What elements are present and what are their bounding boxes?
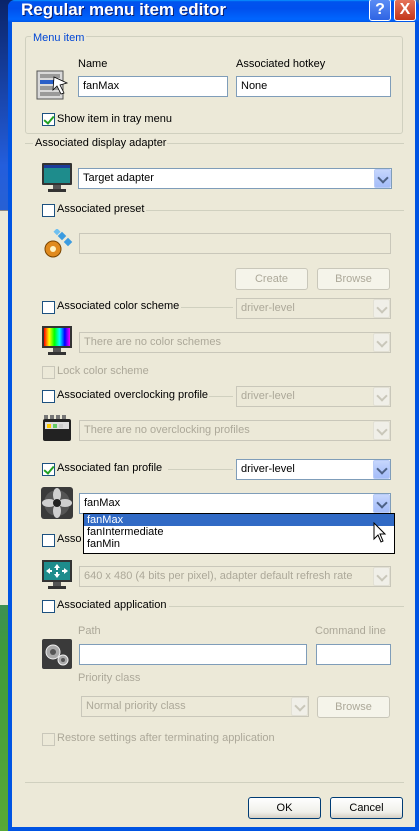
- overclocking-level-select[interactable]: driver-level: [236, 386, 391, 407]
- resolution-checkbox[interactable]: [42, 534, 55, 547]
- menu-item-icon: [36, 70, 68, 100]
- list-item[interactable]: fanMin: [84, 538, 394, 550]
- fan-profile-level-select[interactable]: driver-level: [236, 459, 391, 480]
- display-adapter-value: Target adapter: [83, 172, 154, 184]
- overclocking-icon: [43, 415, 71, 441]
- overclocking-label: Associated overclocking profile: [57, 389, 209, 401]
- overclocking-level-value: driver-level: [241, 390, 295, 402]
- separator: [168, 469, 233, 470]
- fan-profile-select[interactable]: fanMax: [79, 493, 391, 514]
- command-line-label: Command line: [315, 625, 386, 637]
- chevron-down-icon[interactable]: [373, 299, 390, 318]
- window-title: Regular menu item editor: [21, 0, 226, 19]
- mouse-cursor-icon: [373, 522, 387, 543]
- application-browse-button[interactable]: Browse: [317, 696, 390, 718]
- hotkey-input[interactable]: None: [236, 76, 391, 97]
- resolution-select[interactable]: 640 x 480 (4 bits per pixel), adapter de…: [79, 566, 391, 587]
- hotkey-label: Associated hotkey: [236, 58, 326, 70]
- color-scheme-checkbox[interactable]: [42, 301, 55, 314]
- overclocking-checkbox[interactable]: [42, 390, 55, 403]
- ok-button[interactable]: OK: [248, 797, 321, 819]
- resolution-value: 640 x 480 (4 bits per pixel), adapter de…: [84, 570, 353, 582]
- separator: [167, 143, 404, 144]
- overclocking-profile-value: There are no overclocking profiles: [84, 424, 250, 436]
- chevron-down-icon[interactable]: [373, 421, 390, 440]
- fan-profile-value: fanMax: [84, 497, 121, 509]
- fan-profile-label: Associated fan profile: [57, 462, 163, 474]
- help-button[interactable]: ?: [369, 0, 391, 21]
- fan-profile-dropdown-list[interactable]: fanMax fanIntermediate fanMin: [83, 513, 395, 554]
- list-item[interactable]: fanIntermediate: [84, 526, 394, 538]
- restore-settings-label: Restore settings after terminating appli…: [57, 732, 275, 744]
- priority-class-select[interactable]: Normal priority class: [81, 696, 309, 717]
- menu-item-group-title: Menu item: [31, 32, 87, 44]
- color-scheme-level-select[interactable]: driver-level: [236, 298, 391, 319]
- resolution-label: Asso: [57, 533, 82, 545]
- title-bar[interactable]: Regular menu item editor ? X: [8, 0, 419, 22]
- chevron-down-icon[interactable]: [373, 387, 390, 406]
- resolution-icon: [42, 560, 72, 589]
- path-input[interactable]: [79, 644, 307, 665]
- chevron-down-icon[interactable]: [373, 567, 390, 586]
- separator: [169, 606, 404, 607]
- preset-input[interactable]: [79, 233, 391, 254]
- lock-color-scheme-checkbox[interactable]: [42, 366, 55, 379]
- color-scheme-value: There are no color schemes: [84, 336, 221, 348]
- show-tray-checkbox[interactable]: [42, 113, 55, 126]
- application-checkbox[interactable]: [42, 600, 55, 613]
- application-icon: [42, 639, 72, 669]
- priority-class-label: Priority class: [78, 672, 141, 684]
- color-scheme-label: Associated color scheme: [57, 300, 180, 312]
- show-tray-label: Show item in tray menu: [57, 113, 172, 125]
- dialog-client: Menu item Name fanMax Associated hotkey …: [12, 22, 415, 827]
- lock-color-scheme-label: Lock color scheme: [57, 365, 149, 377]
- preset-checkbox[interactable]: [42, 204, 55, 217]
- name-input[interactable]: fanMax: [78, 76, 228, 97]
- path-label: Path: [78, 625, 101, 637]
- separator: [146, 210, 404, 211]
- display-adapter-select[interactable]: Target adapter: [78, 168, 392, 189]
- chevron-down-icon[interactable]: [373, 460, 390, 479]
- editor-window: Regular menu item editor ? X Menu item N…: [8, 0, 419, 831]
- application-label: Associated application: [57, 599, 167, 611]
- name-label: Name: [78, 58, 108, 70]
- chevron-down-icon[interactable]: [373, 333, 390, 352]
- display-adapter-label: Associated display adapter: [35, 137, 167, 149]
- preset-icon: [44, 229, 73, 258]
- restore-settings-checkbox[interactable]: [42, 733, 55, 746]
- chevron-down-icon[interactable]: [291, 697, 308, 716]
- fan-icon: [41, 487, 73, 519]
- preset-label: Associated preset: [57, 203, 145, 215]
- separator: [25, 143, 33, 144]
- fan-profile-checkbox[interactable]: [42, 463, 55, 476]
- color-scheme-level-value: driver-level: [241, 302, 295, 314]
- close-button[interactable]: X: [394, 0, 416, 21]
- priority-class-value: Normal priority class: [86, 700, 186, 712]
- command-line-input[interactable]: [316, 644, 391, 665]
- monitor-icon: [42, 163, 72, 192]
- list-item[interactable]: fanMax: [84, 514, 394, 526]
- color-scheme-icon: [42, 326, 72, 355]
- footer-separator: [25, 782, 404, 783]
- overclocking-profile-select[interactable]: There are no overclocking profiles: [79, 420, 391, 441]
- chevron-down-icon[interactable]: [374, 169, 391, 188]
- chevron-down-icon[interactable]: [373, 494, 390, 513]
- preset-browse-button[interactable]: Browse: [317, 268, 390, 290]
- color-scheme-select[interactable]: There are no color schemes: [79, 332, 391, 353]
- separator: [209, 396, 233, 397]
- fan-profile-level-value: driver-level: [241, 463, 295, 475]
- preset-create-button[interactable]: Create: [235, 268, 308, 290]
- separator: [181, 307, 233, 308]
- cancel-button[interactable]: Cancel: [330, 797, 403, 819]
